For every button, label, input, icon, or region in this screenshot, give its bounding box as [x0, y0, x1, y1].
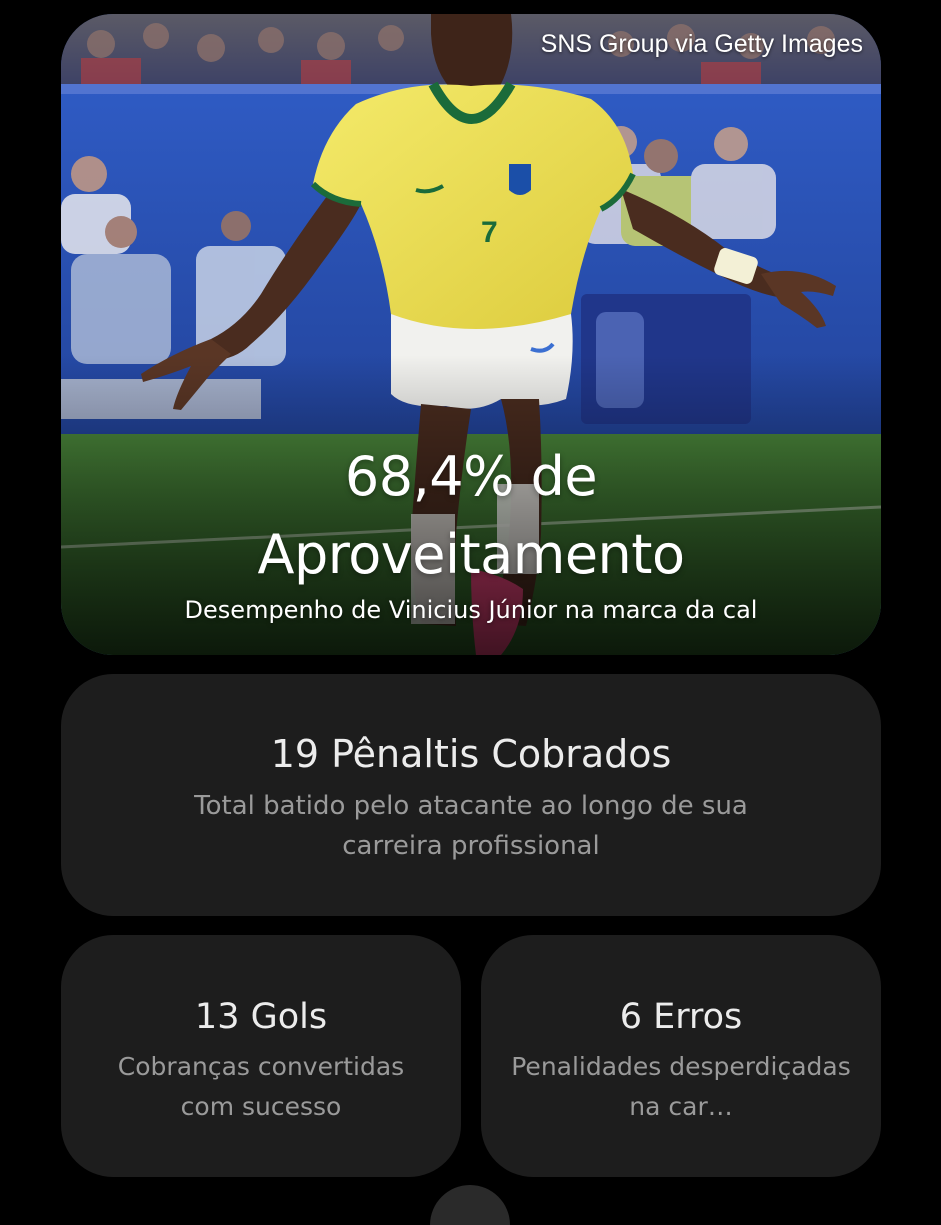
- stat-card-misses[interactable]: 6 Erros Penalidades desperdiçadas na car…: [481, 935, 881, 1177]
- stat-description-goals: Cobranças convertidas com sucesso: [117, 1052, 405, 1121]
- stat-description-total: Total batido pelo atacante ao longo de s…: [194, 791, 748, 861]
- stat-card-goals[interactable]: 13 Gols Cobranças convertidas com sucess…: [61, 935, 461, 1177]
- bottom-scroll-handle[interactable]: [430, 1185, 510, 1225]
- photo-credit: SNS Group via Getty Images: [540, 30, 863, 58]
- stat-title-total: 19 Pênaltis Cobrados: [270, 732, 672, 776]
- hero-headline-line1: 68,4% de: [344, 445, 598, 508]
- stat-description-misses: Penalidades desperdiçadas na car…: [511, 1052, 851, 1121]
- stat-title-misses: 6 Erros: [619, 997, 743, 1037]
- stat-card-total-penalties[interactable]: 19 Pênaltis Cobrados Total batido pelo a…: [61, 674, 881, 916]
- hero-headline-line2: Aproveitamento: [257, 523, 685, 586]
- hero-card[interactable]: 7 SNS Group via Getty Images 68,4% de Ap…: [61, 14, 881, 655]
- hero-headline: 68,4% de Aproveitamento: [61, 438, 881, 594]
- stat-title-goals: 13 Gols: [194, 997, 328, 1037]
- hero-subtitle: Desempenho de Vinicius Júnior na marca d…: [184, 596, 758, 624]
- jersey-number: 7: [481, 216, 498, 249]
